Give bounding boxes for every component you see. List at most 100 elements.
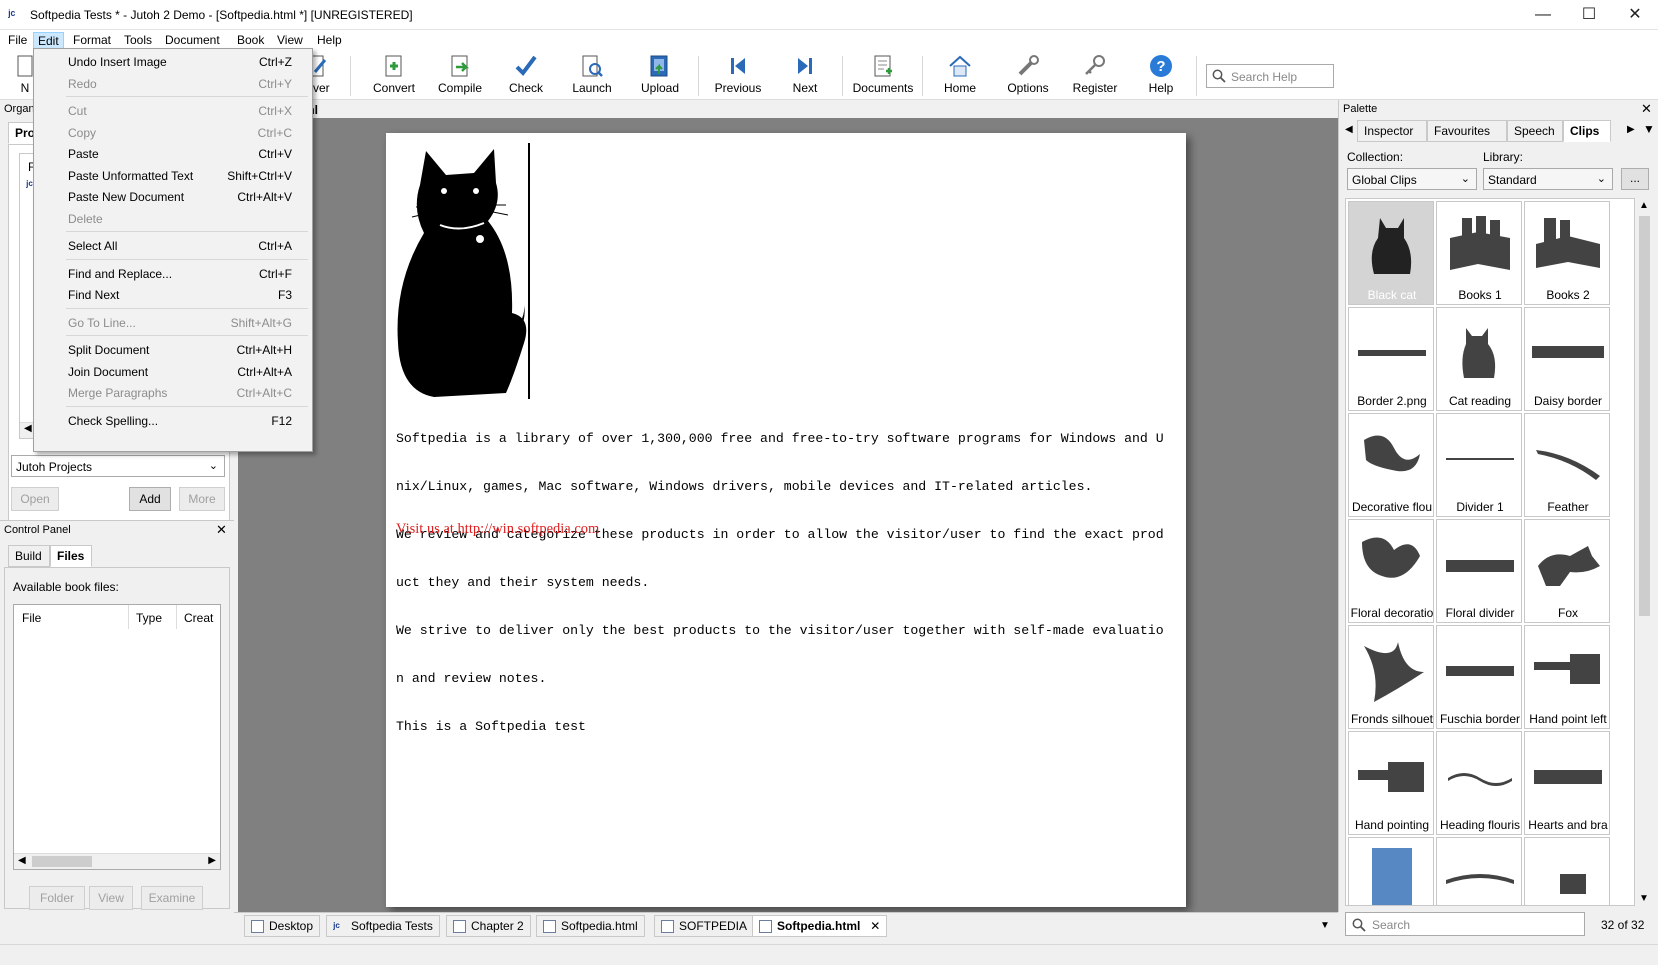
projects-dropdown[interactable]: Jutoh Projects ⌄	[11, 455, 225, 477]
clip-item[interactable]: Floral decoratio	[1348, 519, 1434, 623]
tab-files[interactable]: Files	[50, 545, 92, 567]
tab-speech[interactable]: Speech	[1507, 120, 1563, 142]
menu-item-find-and-replace[interactable]: Find and Replace... Ctrl+F	[34, 263, 312, 285]
search-help-input[interactable]: Search Help	[1206, 64, 1334, 88]
clip-item[interactable]: Hand pointing	[1348, 731, 1434, 835]
menu-item-paste[interactable]: Paste Ctrl+V	[34, 143, 312, 165]
home-button[interactable]: Home	[932, 54, 988, 98]
book-files-list[interactable]: File Type Creat ◀ ▶	[13, 604, 221, 870]
tab-softpedia-html[interactable]: Softpedia.html	[536, 915, 645, 937]
clips-scrollbar[interactable]: ▲ ▼	[1635, 198, 1653, 906]
tab-scroll-right-icon[interactable]: ▶	[1627, 124, 1635, 135]
clip-item[interactable]: Divider 1	[1436, 413, 1522, 517]
menu-item-split-document[interactable]: Split Document Ctrl+Alt+H	[34, 339, 312, 361]
close-tab-icon[interactable]: ✕	[870, 916, 880, 936]
menu-item-merge-paragraphs[interactable]: Merge Paragraphs Ctrl+Alt+C	[34, 382, 312, 404]
clip-item[interactable]: Border 2.png	[1348, 307, 1434, 411]
column-file[interactable]: File	[22, 611, 41, 625]
next-button[interactable]: Next	[780, 54, 830, 98]
clip-item[interactable]: Feather	[1524, 413, 1610, 517]
clip-item[interactable]: Hearts and bra	[1524, 731, 1610, 835]
menu-item-paste-new-document[interactable]: Paste New Document Ctrl+Alt+V	[34, 186, 312, 208]
clips-search-input[interactable]: Search	[1345, 912, 1585, 936]
launch-button[interactable]: Launch	[564, 54, 620, 98]
tab-softpedia-html-active[interactable]: Softpedia.html ✕	[752, 915, 888, 937]
clip-item[interactable]: Fronds silhouet	[1348, 625, 1434, 729]
check-button[interactable]: Check	[498, 54, 554, 98]
convert-button[interactable]: Convert	[364, 54, 424, 98]
documents-icon	[874, 55, 892, 77]
maximize-icon[interactable]: ☐	[1566, 0, 1612, 30]
menu-item-find-next[interactable]: Find Next F3	[34, 284, 312, 306]
column-created[interactable]: Creat	[184, 611, 213, 625]
view-button[interactable]: View	[89, 886, 133, 910]
close-icon[interactable]: ✕	[1641, 101, 1652, 117]
menu-item-undo-insert-image[interactable]: Undo Insert Image Ctrl+Z	[34, 51, 312, 73]
menu-help[interactable]: Help	[313, 32, 346, 50]
document-page[interactable]: Softpedia is a library of over 1,300,000…	[386, 133, 1186, 907]
close-icon[interactable]: ✕	[1612, 0, 1658, 30]
add-button[interactable]: Add	[129, 487, 171, 511]
clip-item[interactable]	[1348, 837, 1434, 905]
tab-clips[interactable]: Clips	[1563, 120, 1611, 142]
tab-desktop[interactable]: Desktop	[244, 915, 321, 937]
upload-button[interactable]: Upload	[632, 54, 688, 98]
clip-item[interactable]: Cat reading	[1436, 307, 1522, 411]
website-link[interactable]: Visit us at http://win.softpedia.com	[396, 521, 599, 538]
documents-button[interactable]: Documents	[850, 54, 916, 98]
tab-inspector[interactable]: Inspector	[1357, 120, 1427, 142]
tab-list-icon[interactable]: ▼	[1643, 122, 1655, 136]
toolbar-separator	[350, 56, 351, 96]
collection-dropdown[interactable]: Global Clips ⌄	[1347, 168, 1477, 190]
menu-item-go-to-line[interactable]: Go To Line... Shift+Alt+G	[34, 312, 312, 334]
clip-item[interactable]: Fox	[1524, 519, 1610, 623]
clip-item[interactable]: Heading flouris	[1436, 731, 1522, 835]
close-icon[interactable]: ✕	[216, 522, 227, 538]
clip-item[interactable]: Daisy border	[1524, 307, 1610, 411]
folder-button[interactable]: Folder	[29, 886, 85, 910]
menu-item-paste-unformatted-text[interactable]: Paste Unformatted Text Shift+Ctrl+V	[34, 165, 312, 187]
options-button[interactable]: Options	[998, 54, 1058, 98]
compile-button[interactable]: Compile	[430, 54, 490, 98]
menu-item-redo[interactable]: Redo Ctrl+Y	[34, 73, 312, 95]
library-more-button[interactable]: ...	[1621, 168, 1649, 190]
clip-item[interactable]	[1436, 837, 1522, 905]
toolbar-separator	[842, 56, 843, 96]
register-button[interactable]: Register	[1064, 54, 1126, 98]
tab-scroll-left-icon[interactable]: ◀	[1345, 124, 1353, 135]
clip-item[interactable]: Books 2	[1524, 201, 1610, 305]
clip-label: Floral divider	[1445, 606, 1515, 620]
help-button[interactable]: ? Help	[1136, 54, 1186, 98]
clip-item[interactable]: Fuschia border	[1436, 625, 1522, 729]
column-type[interactable]: Type	[136, 611, 162, 625]
clip-item[interactable]: Books 1	[1436, 201, 1522, 305]
clip-item[interactable]: Hand point left	[1524, 625, 1610, 729]
document-text[interactable]: Softpedia is a library of over 1,300,000…	[396, 399, 1164, 767]
menu-item-join-document[interactable]: Join Document Ctrl+Alt+A	[34, 361, 312, 383]
more-button[interactable]: More	[179, 487, 225, 511]
clip-item[interactable]: Floral divider	[1436, 519, 1522, 623]
tab-build[interactable]: Build	[8, 545, 50, 567]
tab-softpedia-tests[interactable]: ʲᶜ Softpedia Tests	[326, 915, 440, 937]
minimize-icon[interactable]: —	[1520, 0, 1566, 30]
menu-item-copy[interactable]: Copy Ctrl+C	[34, 122, 312, 144]
clip-item[interactable]: made with	[1524, 837, 1610, 905]
menu-item-delete[interactable]: Delete	[34, 208, 312, 230]
tab-softpedia[interactable]: SOFTPEDIA	[654, 915, 755, 937]
open-button[interactable]: Open	[11, 487, 59, 511]
clip-item[interactable]: Decorative flou	[1348, 413, 1434, 517]
menu-item-cut[interactable]: Cut Ctrl+X	[34, 100, 312, 122]
black-cat-image[interactable]	[396, 143, 530, 399]
menu-item-select-all[interactable]: Select All Ctrl+A	[34, 235, 312, 257]
menu-file[interactable]: File	[4, 32, 31, 50]
tab-chapter-2[interactable]: Chapter 2	[446, 915, 531, 937]
previous-button[interactable]: Previous	[708, 54, 768, 98]
tabs-dropdown-icon[interactable]: ▼	[1320, 920, 1330, 931]
library-dropdown[interactable]: Standard ⌄	[1483, 168, 1613, 190]
clip-item[interactable]: Black cat	[1348, 201, 1434, 305]
convert-icon	[385, 55, 402, 77]
list-scrollbar[interactable]: ◀ ▶	[14, 853, 220, 869]
examine-button[interactable]: Examine	[141, 886, 203, 910]
menu-item-check-spelling[interactable]: Check Spelling... F12	[34, 410, 312, 432]
tab-favourites[interactable]: Favourites	[1427, 120, 1507, 142]
